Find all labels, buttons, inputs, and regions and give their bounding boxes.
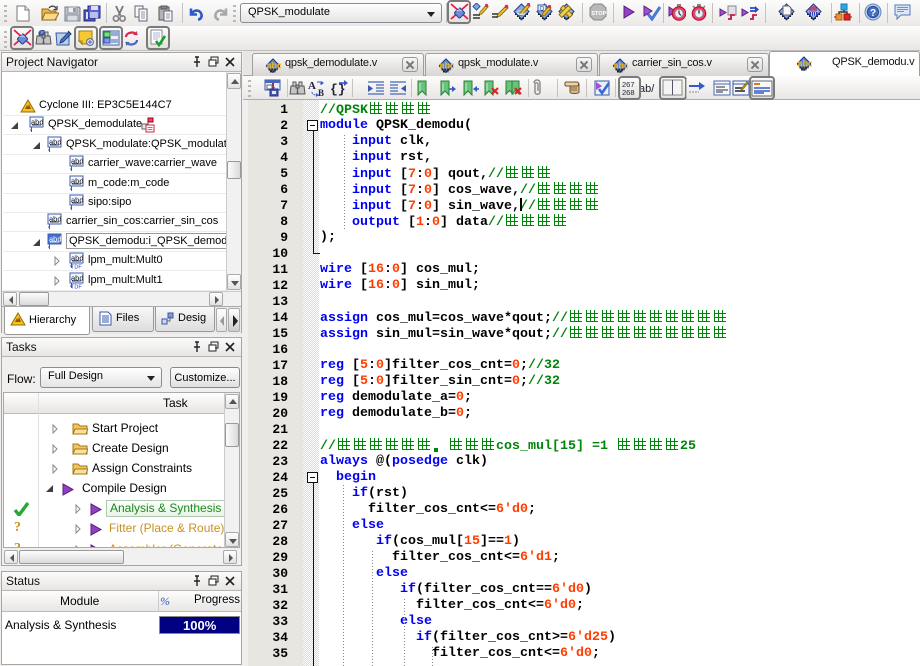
svg-text:abc: abc bbox=[440, 61, 455, 71]
svg-text:TDF: TDF bbox=[71, 265, 82, 270]
svg-text:STOP: STOP bbox=[591, 11, 606, 17]
svg-text:abc: abc bbox=[798, 59, 813, 69]
svg-text:{}: {} bbox=[330, 82, 346, 97]
svg-text:abc: abc bbox=[614, 61, 629, 71]
svg-text:268: 268 bbox=[622, 88, 635, 97]
svg-text:A: A bbox=[308, 80, 316, 92]
svg-text:ab/: ab/ bbox=[639, 83, 655, 95]
svg-text:TDF: TDF bbox=[71, 284, 82, 289]
svg-text:abc: abc bbox=[267, 61, 282, 71]
svg-text:?: ? bbox=[870, 8, 876, 19]
svg-text:B: B bbox=[318, 88, 324, 97]
